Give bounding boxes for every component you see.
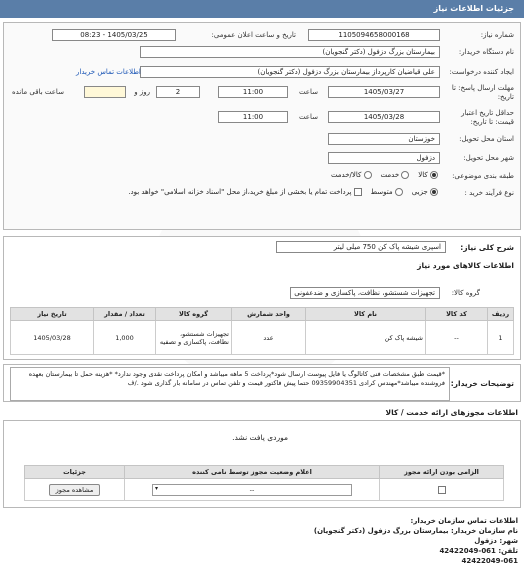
creator-field: علی قیاضیان کارپرداز بیمارستان بزرگ دزفو… bbox=[140, 66, 440, 78]
buyer-contact-city: شهر: دزفول bbox=[474, 537, 518, 545]
cell-group: تجهیزات شستشو، نظافت، پاکسازی و تصفیه bbox=[155, 320, 232, 355]
col-qty: تعداد / مقدار bbox=[93, 307, 156, 321]
radio-goods-service[interactable] bbox=[363, 171, 372, 179]
deadline-label: مهلت ارسال پاسخ: تا bbox=[451, 84, 514, 92]
validity-time-field: 11:00 bbox=[218, 111, 288, 123]
hours-field bbox=[84, 86, 126, 98]
radio-goods-label: کالا bbox=[418, 171, 428, 179]
col-group: گروه کالا bbox=[155, 307, 232, 321]
table-row: -- ▾ مشاهده مجوز bbox=[24, 478, 504, 501]
licenses-not-found: موردی یافت نشد. bbox=[232, 433, 288, 442]
view-license-button[interactable]: مشاهده مجوز bbox=[48, 483, 101, 496]
licenses-title: اطلاعات مجوزهای ارائه خدمت / کالا bbox=[385, 408, 518, 417]
cell-details: مشاهده مجوز bbox=[24, 478, 125, 501]
process-options: جزیی متوسط پرداخت تمام یا بخشی از مبلغ خ… bbox=[128, 188, 438, 196]
cell-name: شیشه پاک کن bbox=[305, 320, 426, 355]
license-status-select[interactable]: -- ▾ bbox=[152, 483, 352, 496]
buyer-contact-tel: تلفن: 061-42422049 bbox=[439, 547, 518, 555]
validity-date-field: 1405/03/28 bbox=[328, 111, 440, 123]
col-name: نام کالا bbox=[305, 307, 426, 321]
radio-goods-service-label: کالا/خدمت bbox=[330, 171, 362, 179]
deadline-date-label: تاریخ: bbox=[497, 93, 514, 101]
announce-field: 1405/03/25 - 08:23 bbox=[52, 29, 176, 41]
deadline-time-field: 11:00 bbox=[218, 86, 288, 98]
col-details: جزئیات bbox=[24, 465, 125, 479]
treasury-checkbox[interactable] bbox=[353, 188, 362, 196]
col-status: اعلام وضعیت مجوز توسط نامی کننده bbox=[124, 465, 380, 479]
radio-small-process[interactable] bbox=[430, 188, 438, 196]
not-found-label: موردی bbox=[267, 433, 288, 442]
radio-small-label: جزیی bbox=[411, 188, 428, 196]
province-field: خوزستان bbox=[328, 133, 440, 145]
goods-group-field: تجهیزات شستشو، نظافت، پاکسازی و ضدعفونی bbox=[290, 287, 440, 299]
licenses-table-header: الزامی بودن ارائه مجوز اعلام وضعیت مجوز … bbox=[24, 465, 504, 479]
goods-group-label: گروه کالا: bbox=[451, 289, 480, 297]
page-title: جزئیات اطلاعات نیاز bbox=[433, 4, 514, 13]
cell-status: -- ▾ bbox=[124, 478, 380, 501]
cell-required bbox=[379, 478, 504, 501]
notes-label: توضیحات خریدار: bbox=[450, 379, 514, 388]
buyer-contact-block: اطلاعات تماس سازمان خریدار: نام سازمان خ… bbox=[314, 516, 518, 566]
goods-table-header: ردیف کد کالا نام کالا واحد شمارش گروه کا… bbox=[10, 307, 514, 321]
goods-table: ردیف کد کالا نام کالا واحد شمارش گروه کا… bbox=[10, 307, 514, 355]
cell-qty: 1,000 bbox=[93, 320, 156, 355]
deadline-time-label: ساعت bbox=[298, 88, 318, 96]
notes-section: توضیحات خریدار: *قیمت طبق مشخصات فنی کات… bbox=[3, 364, 521, 402]
validity-time-label: ساعت bbox=[298, 113, 318, 121]
radio-goods[interactable] bbox=[430, 171, 438, 179]
col-date: تاریخ نیاز bbox=[10, 307, 94, 321]
summary-label: شرح کلی نیاز: bbox=[460, 243, 514, 252]
need-number-label: شماره نیاز: bbox=[480, 31, 514, 39]
category-label: طبقه بندی موضوعی: bbox=[452, 172, 514, 180]
buyer-contact-link[interactable]: اطلاعات تماس خریدار bbox=[76, 68, 141, 76]
buyer-contact-fax: 42422049-061 bbox=[461, 557, 518, 565]
cell-index: 1 bbox=[487, 320, 514, 355]
required-checkbox[interactable] bbox=[437, 485, 446, 494]
not-found-word: یافت نشد. bbox=[232, 433, 265, 442]
licenses-table-wrap: الزامی بودن ارائه مجوز اعلام وضعیت مجوز … bbox=[24, 465, 504, 501]
process-label: نوع فرآیند خرید : bbox=[464, 189, 514, 197]
city-label: شهر محل تحویل: bbox=[463, 154, 514, 162]
license-status-value: -- bbox=[249, 485, 255, 494]
goods-title: اطلاعات کالاهای مورد نیاز bbox=[417, 261, 514, 270]
radio-medium-label: متوسط bbox=[370, 188, 393, 196]
col-unit: واحد شمارش bbox=[231, 307, 306, 321]
remaining-label: ساعت باقی مانده bbox=[12, 88, 64, 96]
col-index: ردیف bbox=[487, 307, 514, 321]
notes-field: *قیمت طبق مشخصات فنی کاتالوگ یا فایل پیو… bbox=[10, 367, 450, 401]
licenses-section: موردی یافت نشد. الزامی بودن ارائه مجوز ا… bbox=[3, 420, 521, 508]
validity-label: حداقل تاریخ اعتبار bbox=[461, 109, 514, 117]
radio-service-label: خدمت bbox=[380, 171, 400, 179]
licenses-table: الزامی بودن ارائه مجوز اعلام وضعیت مجوز … bbox=[24, 465, 504, 501]
request-details-panel: شماره نیاز: 1105094658000168 تاریخ و ساع… bbox=[3, 22, 521, 230]
days-field: 2 bbox=[156, 86, 200, 98]
cell-code: -- bbox=[425, 320, 488, 355]
province-label: استان محل تحویل: bbox=[459, 135, 514, 143]
goods-section: شرح کلی نیاز: اسپری شیشه پاک کن 750 میلی… bbox=[3, 236, 521, 360]
days-label: روز و bbox=[134, 88, 150, 96]
summary-field: اسپری شیشه پاک کن 750 میلی لیتر bbox=[276, 241, 446, 253]
payment-note: پرداخت تمام یا بخشی از مبلغ خرید،از محل … bbox=[128, 188, 352, 196]
creator-label: ایجاد کننده درخواست: bbox=[449, 68, 515, 76]
radio-medium-process[interactable] bbox=[394, 188, 403, 196]
category-options: کالا خدمت کالا/خدمت bbox=[331, 171, 438, 179]
col-required: الزامی بودن ارائه مجوز bbox=[379, 465, 504, 479]
buyer-field: بیمارستان بزرگ دزفول (دکتر گنجویان) bbox=[140, 46, 440, 58]
buyer-contact-org: نام سازمان خریدار: بیمارستان بزرگ دزفول … bbox=[313, 527, 518, 535]
goods-table-wrap: ردیف کد کالا نام کالا واحد شمارش گروه کا… bbox=[10, 307, 514, 355]
table-row: 1 -- شیشه پاک کن عدد تجهیزات شستشو، نظاف… bbox=[10, 320, 514, 355]
city-field: دزفول bbox=[328, 152, 440, 164]
radio-service[interactable] bbox=[401, 171, 410, 179]
cell-date: 1405/03/28 bbox=[10, 320, 94, 355]
chevron-down-icon: ▾ bbox=[155, 484, 159, 492]
announce-label: تاریخ و ساعت اعلان عمومی: bbox=[211, 31, 296, 39]
page-header: جزئیات اطلاعات نیاز bbox=[0, 0, 524, 18]
buyer-contact-title: اطلاعات تماس سازمان خریدار: bbox=[410, 517, 518, 525]
validity-date-label: قیمت: تا تاریخ: bbox=[470, 118, 514, 126]
col-code: کد کالا bbox=[425, 307, 488, 321]
deadline-date-field: 1405/03/27 bbox=[328, 86, 440, 98]
buyer-label: نام دستگاه خریدار: bbox=[458, 48, 514, 56]
cell-unit: عدد bbox=[231, 320, 306, 355]
need-number-field: 1105094658000168 bbox=[308, 29, 440, 41]
